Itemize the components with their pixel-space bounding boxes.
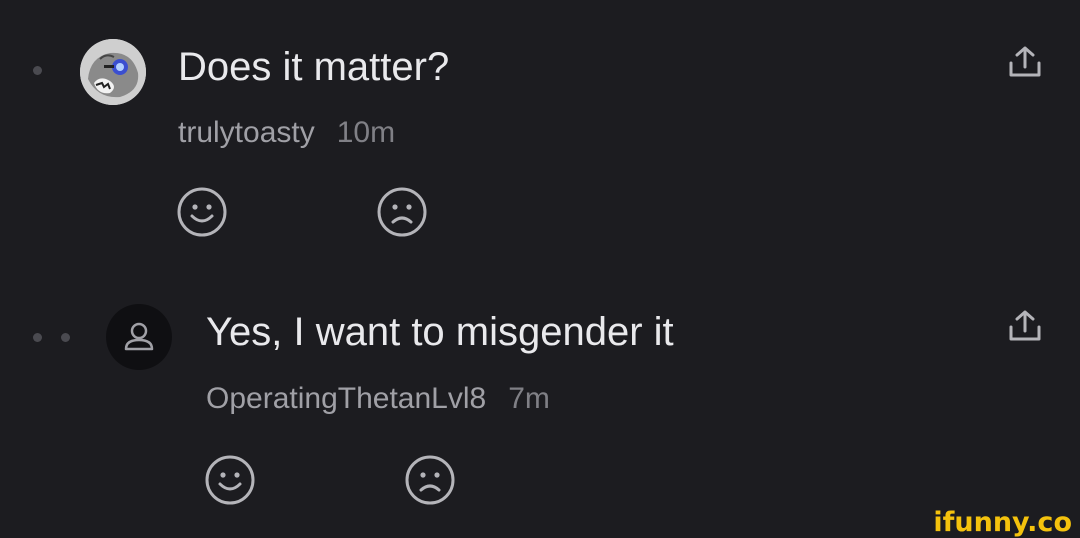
comment-meta: OperatingThetanLvl8 7m [206, 384, 550, 414]
frown-icon[interactable] [376, 186, 428, 238]
share-icon[interactable] [1006, 309, 1044, 343]
smile-icon[interactable] [176, 186, 228, 238]
comment-meta: trulytoasty 10m [178, 118, 395, 148]
timestamp: 7m [508, 382, 550, 415]
comment-text: Yes, I want to misgender it [206, 310, 674, 354]
user-icon [124, 322, 154, 351]
timestamp: 10m [336, 116, 396, 149]
thread-depth-dot [61, 333, 70, 342]
thread-depth-dot [33, 333, 42, 342]
username[interactable]: trulytoasty [178, 116, 315, 149]
comment-text: Does it matter? [178, 45, 450, 89]
bear-avatar-image [80, 39, 146, 105]
avatar[interactable] [106, 304, 172, 370]
share-icon[interactable] [1006, 45, 1044, 79]
username[interactable]: OperatingThetanLvl8 [206, 382, 486, 415]
avatar[interactable] [80, 39, 146, 105]
thread-depth-dot [33, 66, 42, 75]
frown-icon[interactable] [404, 454, 456, 506]
smile-icon[interactable] [204, 454, 256, 506]
ifunny-watermark: ifunny.co [933, 507, 1072, 538]
